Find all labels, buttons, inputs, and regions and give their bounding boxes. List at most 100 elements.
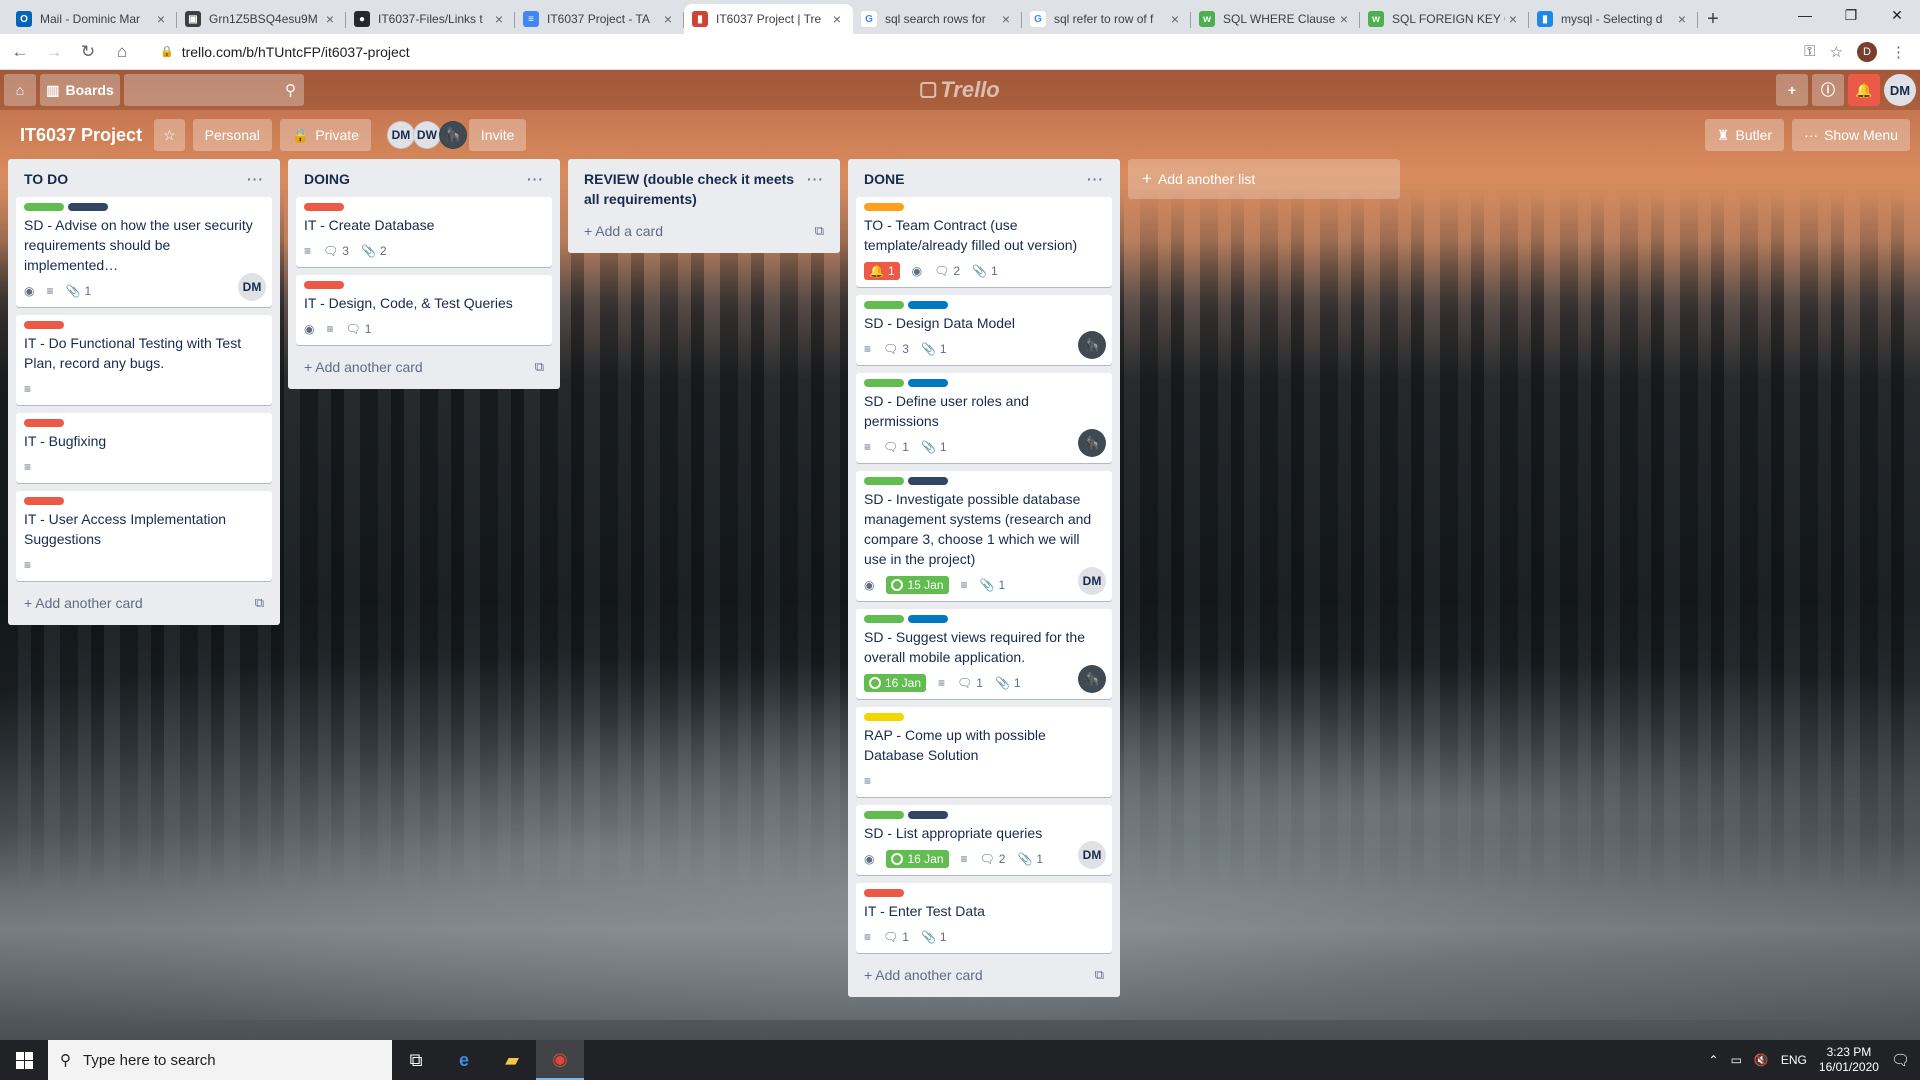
label-red[interactable] (304, 203, 344, 211)
list-title[interactable]: DOING (304, 169, 350, 189)
card-member-avatar[interactable]: 🦍 (1078, 665, 1106, 693)
add-card-button[interactable]: + Add a card ⧉ (576, 217, 832, 245)
add-card-button[interactable]: + Add another card ⧉ (856, 961, 1112, 989)
label-navy[interactable] (908, 477, 948, 485)
file-explorer-icon[interactable]: ▰ (488, 1040, 536, 1080)
browser-tab[interactable]: ▣ Grn1Z5BSQ4esu9M × (177, 4, 346, 34)
volume-icon[interactable]: 🔇 (1754, 1053, 1769, 1067)
close-tab-icon[interactable]: × (1167, 11, 1183, 27)
list-title[interactable]: DONE (864, 169, 904, 189)
member-avatar-gorilla[interactable]: 🦍 (438, 121, 467, 149)
notifications-button[interactable]: 🔔 (1848, 74, 1880, 106)
close-tab-icon[interactable]: × (1336, 11, 1352, 27)
list-menu-icon[interactable]: ··· (527, 169, 544, 189)
user-avatar[interactable]: DM (1884, 74, 1916, 106)
label-green[interactable] (864, 379, 904, 387)
close-window-button[interactable]: ✕ (1874, 0, 1920, 30)
card[interactable]: SD - Define user roles and permissions ≡ 🗨… (856, 373, 1112, 463)
card[interactable]: IT - Bugfixing ≡ (16, 413, 272, 483)
clock[interactable]: 3:23 PM 16/01/2020 (1819, 1045, 1879, 1075)
label-red[interactable] (24, 419, 64, 427)
list-title[interactable]: REVIEW (double check it meets all requir… (584, 169, 807, 209)
language-indicator[interactable]: ENG (1781, 1053, 1807, 1067)
show-menu-button[interactable]: ··· Show Menu (1792, 119, 1910, 151)
close-tab-icon[interactable]: × (998, 11, 1014, 27)
add-card-button[interactable]: + Add another card ⧉ (296, 353, 552, 381)
edge-icon[interactable]: e (440, 1040, 488, 1080)
list-title[interactable]: TO DO (24, 169, 68, 189)
browser-tab[interactable]: w SQL FOREIGN KEY C × (1360, 4, 1529, 34)
member-avatar[interactable]: DM (386, 121, 415, 149)
list-menu-icon[interactable]: ··· (807, 169, 824, 209)
browser-tab[interactable]: w SQL WHERE Clause × (1191, 4, 1360, 34)
bookmark-star-icon[interactable]: ☆ (1830, 43, 1843, 61)
card-member-avatar[interactable]: 🦍 (1078, 429, 1106, 457)
label-blue[interactable] (908, 301, 948, 309)
browser-tab[interactable]: O Mail - Dominic Mar × (8, 4, 177, 34)
add-card-button[interactable]: + Add another card ⧉ (16, 589, 272, 617)
show-hidden-icons[interactable]: ⌃ (1709, 1053, 1719, 1067)
reload-icon[interactable]: ↻ (74, 42, 102, 62)
label-green[interactable] (864, 811, 904, 819)
card[interactable]: IT - Enter Test Data ≡ 🗨 1 📎 1 (856, 883, 1112, 953)
team-button[interactable]: Personal (192, 119, 272, 151)
list-menu-icon[interactable]: ··· (247, 169, 264, 189)
network-icon[interactable]: ▭ (1731, 1053, 1742, 1067)
card-member-avatar[interactable]: 🦍 (1078, 331, 1106, 359)
home-button[interactable]: ⌂ (4, 74, 36, 106)
card-member-avatar[interactable]: DM (238, 273, 266, 301)
card[interactable]: IT - User Access Implementation Suggesti… (16, 491, 272, 581)
label-green[interactable] (864, 477, 904, 485)
label-red[interactable] (864, 889, 904, 897)
browser-tab[interactable]: ≡ IT6037 Project - TA × (515, 4, 684, 34)
due-date-badge[interactable]: 15 Jan (886, 576, 949, 594)
label-orange[interactable] (864, 203, 904, 211)
invite-button[interactable]: Invite (468, 119, 527, 151)
header-search-input[interactable]: ⚲ (124, 74, 304, 106)
task-view-icon[interactable]: ⧉ (392, 1040, 440, 1080)
card-template-icon[interactable]: ⧉ (255, 595, 264, 611)
key-icon[interactable]: ⚿ (1804, 43, 1815, 60)
due-date-badge[interactable]: 16 Jan (886, 850, 949, 868)
card[interactable]: SD - Suggest views required for the over… (856, 609, 1112, 699)
label-navy[interactable] (908, 811, 948, 819)
label-red[interactable] (24, 497, 64, 505)
browser-tab[interactable]: ▮ mysql - Selecting d × (1529, 4, 1698, 34)
close-tab-icon[interactable]: × (660, 11, 676, 27)
member-avatar[interactable]: DW (412, 121, 441, 149)
close-tab-icon[interactable]: × (1505, 11, 1521, 27)
due-date-badge[interactable]: 16 Jan (864, 674, 927, 692)
close-tab-icon[interactable]: × (491, 11, 507, 27)
start-button[interactable] (0, 1040, 48, 1080)
close-tab-icon[interactable]: × (1674, 11, 1690, 27)
browser-tab[interactable]: Gsql search rows for × (853, 4, 1022, 34)
label-green[interactable] (864, 301, 904, 309)
list-menu-icon[interactable]: ··· (1087, 169, 1104, 189)
star-board-button[interactable]: ☆ (154, 119, 185, 151)
card[interactable]: IT - Create Database ≡ 🗨 3 📎 2 (296, 197, 552, 267)
browser-tab[interactable]: Gsql refer to row of f × (1022, 4, 1191, 34)
forward-icon[interactable]: → (40, 42, 68, 62)
card-template-icon[interactable]: ⧉ (535, 359, 544, 375)
label-red[interactable] (304, 281, 344, 289)
new-tab-button[interactable]: + (1698, 4, 1728, 34)
back-icon[interactable]: ← (6, 42, 34, 62)
label-yellow[interactable] (864, 713, 904, 721)
create-button[interactable]: + (1776, 74, 1808, 106)
visibility-button[interactable]: 🔒 Private (279, 119, 371, 151)
label-blue[interactable] (908, 379, 948, 387)
chrome-icon[interactable]: ◉ (536, 1040, 584, 1080)
info-button[interactable]: ⓘ (1812, 74, 1844, 106)
label-blue[interactable] (908, 615, 948, 623)
close-tab-icon[interactable]: × (322, 11, 338, 27)
action-center-icon[interactable]: 🗨 (1891, 1051, 1910, 1069)
card-template-icon[interactable]: ⧉ (815, 223, 824, 239)
card[interactable]: SD - Advise on how the user security req… (16, 197, 272, 307)
boards-button[interactable]: ▥ Boards (40, 74, 120, 106)
browser-tab[interactable]: ▮ IT6037 Project | Tre × (684, 4, 853, 34)
butler-button[interactable]: ♜ Butler (1704, 119, 1785, 151)
card-template-icon[interactable]: ⧉ (1095, 967, 1104, 983)
home-icon[interactable]: ⌂ (108, 42, 136, 62)
address-bar[interactable]: 🔒 trello.com/b/hTUntcFP/it6037-project (146, 38, 1794, 66)
card-member-avatar[interactable]: DM (1078, 567, 1106, 595)
